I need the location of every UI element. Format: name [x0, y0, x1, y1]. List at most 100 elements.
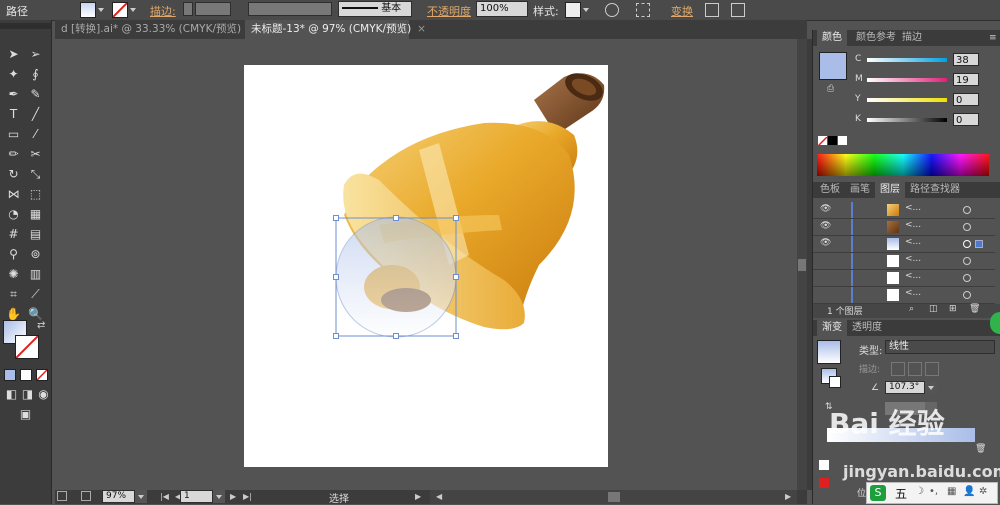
layer-name[interactable]: <...	[905, 288, 921, 298]
gradient-tool-icon[interactable]: ▤	[27, 226, 44, 243]
stroke-across-icon[interactable]	[925, 362, 939, 376]
stroke-within-icon[interactable]	[891, 362, 905, 376]
delete-layer-icon[interactable]: 🗑	[969, 304, 980, 314]
white-swatch[interactable]	[838, 136, 847, 145]
brush-definition-select[interactable]: 基本	[338, 1, 412, 17]
tab-document-2[interactable]: 未标题-13* @ 97% (CMYK/预览) ×	[245, 20, 426, 39]
variable-width-profile[interactable]	[248, 2, 332, 16]
eye-icon[interactable]: 👁	[820, 221, 831, 231]
channel-y-slider[interactable]	[867, 98, 947, 102]
first-artboard-icon[interactable]: |◀	[160, 492, 169, 501]
scroll-thumb[interactable]	[798, 259, 806, 271]
tab-brushes[interactable]: 画笔	[845, 182, 875, 198]
tab-gradient[interactable]: 渐变	[817, 320, 847, 336]
eye-icon[interactable]: 👁	[820, 238, 831, 248]
layer-row[interactable]: 👁 <...	[813, 236, 995, 253]
transform-icon[interactable]	[705, 3, 719, 17]
target-icon[interactable]	[963, 257, 971, 265]
gradient-stop-left[interactable]	[819, 460, 829, 470]
selection-indicator[interactable]	[975, 240, 983, 248]
width-tool-icon[interactable]: ⋈	[5, 186, 22, 203]
layer-name[interactable]: <...	[905, 271, 921, 281]
tab-stroke[interactable]: 描边	[897, 30, 927, 46]
transform-label[interactable]: 变换	[671, 3, 693, 19]
delete-stop-icon[interactable]: 🗑	[975, 444, 986, 454]
artboard[interactable]	[244, 65, 608, 467]
layer-name[interactable]: <...	[905, 203, 921, 213]
selected-gradient-circle[interactable]	[335, 216, 457, 338]
stroke-color-box[interactable]	[15, 335, 39, 359]
layer-row[interactable]: <...	[813, 287, 995, 304]
draw-normal-icon[interactable]: ◧	[3, 386, 20, 403]
lasso-tool-icon[interactable]: ∮	[27, 66, 44, 83]
line-tool-icon[interactable]: ╱	[27, 106, 44, 123]
target-icon[interactable]	[963, 291, 971, 299]
skin-icon[interactable]: ✲	[979, 486, 987, 497]
gradient-type-select[interactable]: 线性	[885, 340, 995, 354]
pencil-tool-icon[interactable]: ✏	[5, 146, 22, 163]
channel-c-slider[interactable]	[867, 58, 947, 62]
curvature-tool-icon[interactable]: ✎	[27, 86, 44, 103]
layer-name[interactable]: <...	[905, 220, 921, 230]
next-artboard-icon[interactable]: ▶	[230, 492, 236, 501]
stroke-weight-field[interactable]	[195, 2, 231, 16]
tab-document-1[interactable]: d [转换].ai* @ 33.33% (CMYK/预览)×	[55, 20, 256, 39]
align-to-selection-icon[interactable]	[636, 3, 650, 17]
stroke-swatch[interactable]	[112, 2, 128, 18]
free-transform-tool-icon[interactable]: ⬚	[27, 186, 44, 203]
tab-color-guide[interactable]: 颜色参考	[851, 30, 901, 46]
fill-swatch[interactable]	[80, 2, 96, 18]
ime-mode-label[interactable]: 五	[895, 485, 907, 502]
chevron-down-icon[interactable]	[583, 8, 589, 12]
perspective-grid-tool-icon[interactable]: ▦	[27, 206, 44, 223]
locate-object-icon[interactable]: ⌕	[909, 304, 914, 314]
chevron-down-icon[interactable]	[130, 8, 136, 12]
rotate-tool-icon[interactable]: ↻	[5, 166, 22, 183]
toolbar-grip[interactable]	[0, 23, 52, 29]
shape-builder-tool-icon[interactable]: ◔	[5, 206, 22, 223]
channel-k-value[interactable]: 0	[953, 113, 979, 126]
slice-tool-icon[interactable]: ⟋	[27, 286, 44, 303]
stroke-along-icon[interactable]	[908, 362, 922, 376]
stroke-weight-stepper[interactable]	[183, 2, 193, 16]
vertical-scrollbar[interactable]	[797, 39, 807, 490]
artboard-dropdown[interactable]	[213, 490, 225, 503]
layer-row[interactable]: 👁 <...	[813, 202, 995, 219]
type-tool-icon[interactable]: T	[5, 106, 22, 123]
angle-dropdown[interactable]	[925, 381, 937, 394]
color-spectrum[interactable]	[817, 154, 989, 176]
bell-illustration[interactable]	[244, 65, 608, 467]
sogou-logo-icon[interactable]: S	[870, 485, 886, 501]
eyedropper-tool-icon[interactable]: ⚲	[5, 246, 22, 263]
tab-swatches[interactable]: 色板	[815, 182, 845, 198]
layer-name[interactable]: <...	[905, 237, 921, 247]
make-clipping-mask-icon[interactable]: ◫	[929, 304, 938, 314]
scroll-thumb[interactable]	[608, 492, 620, 502]
channel-y-value[interactable]: 0	[953, 93, 979, 106]
channel-m-slider[interactable]	[867, 78, 947, 82]
paintbrush-tool-icon[interactable]: ⁄	[27, 126, 44, 143]
tab-pathfinder[interactable]: 路径查找器	[905, 182, 965, 198]
horizontal-scrollbar[interactable]: ◀ ▶	[430, 490, 797, 504]
column-graph-tool-icon[interactable]: ▥	[27, 266, 44, 283]
graphic-style-swatch[interactable]	[565, 2, 581, 18]
pen-tool-icon[interactable]: ✒	[5, 86, 22, 103]
channel-c-value[interactable]: 38	[953, 53, 979, 66]
mesh-tool-icon[interactable]: #	[5, 226, 22, 243]
magic-wand-tool-icon[interactable]: ✦	[5, 66, 22, 83]
layer-row[interactable]: 👁 <...	[813, 219, 995, 236]
user-icon[interactable]: 👤	[963, 486, 975, 497]
new-sublayer-icon[interactable]: ⊞	[949, 304, 957, 314]
draw-behind-icon[interactable]: ◨	[19, 386, 36, 403]
recolor-artwork-icon[interactable]	[605, 3, 619, 17]
blend-tool-icon[interactable]: ⊚	[27, 246, 44, 263]
scissors-tool-icon[interactable]: ✂	[27, 146, 44, 163]
none-swatch[interactable]	[817, 136, 828, 147]
artboard-number-field[interactable]: 1	[180, 490, 213, 503]
last-artboard-icon[interactable]: ▶|	[243, 492, 252, 501]
scroll-left-icon[interactable]: ◀	[436, 492, 442, 501]
gradient-stop-marker[interactable]	[819, 478, 829, 488]
gradient-preview[interactable]	[817, 340, 841, 364]
tab-transparency[interactable]: 透明度	[847, 320, 887, 336]
soft-keyboard-icon[interactable]: ▦	[947, 486, 956, 497]
